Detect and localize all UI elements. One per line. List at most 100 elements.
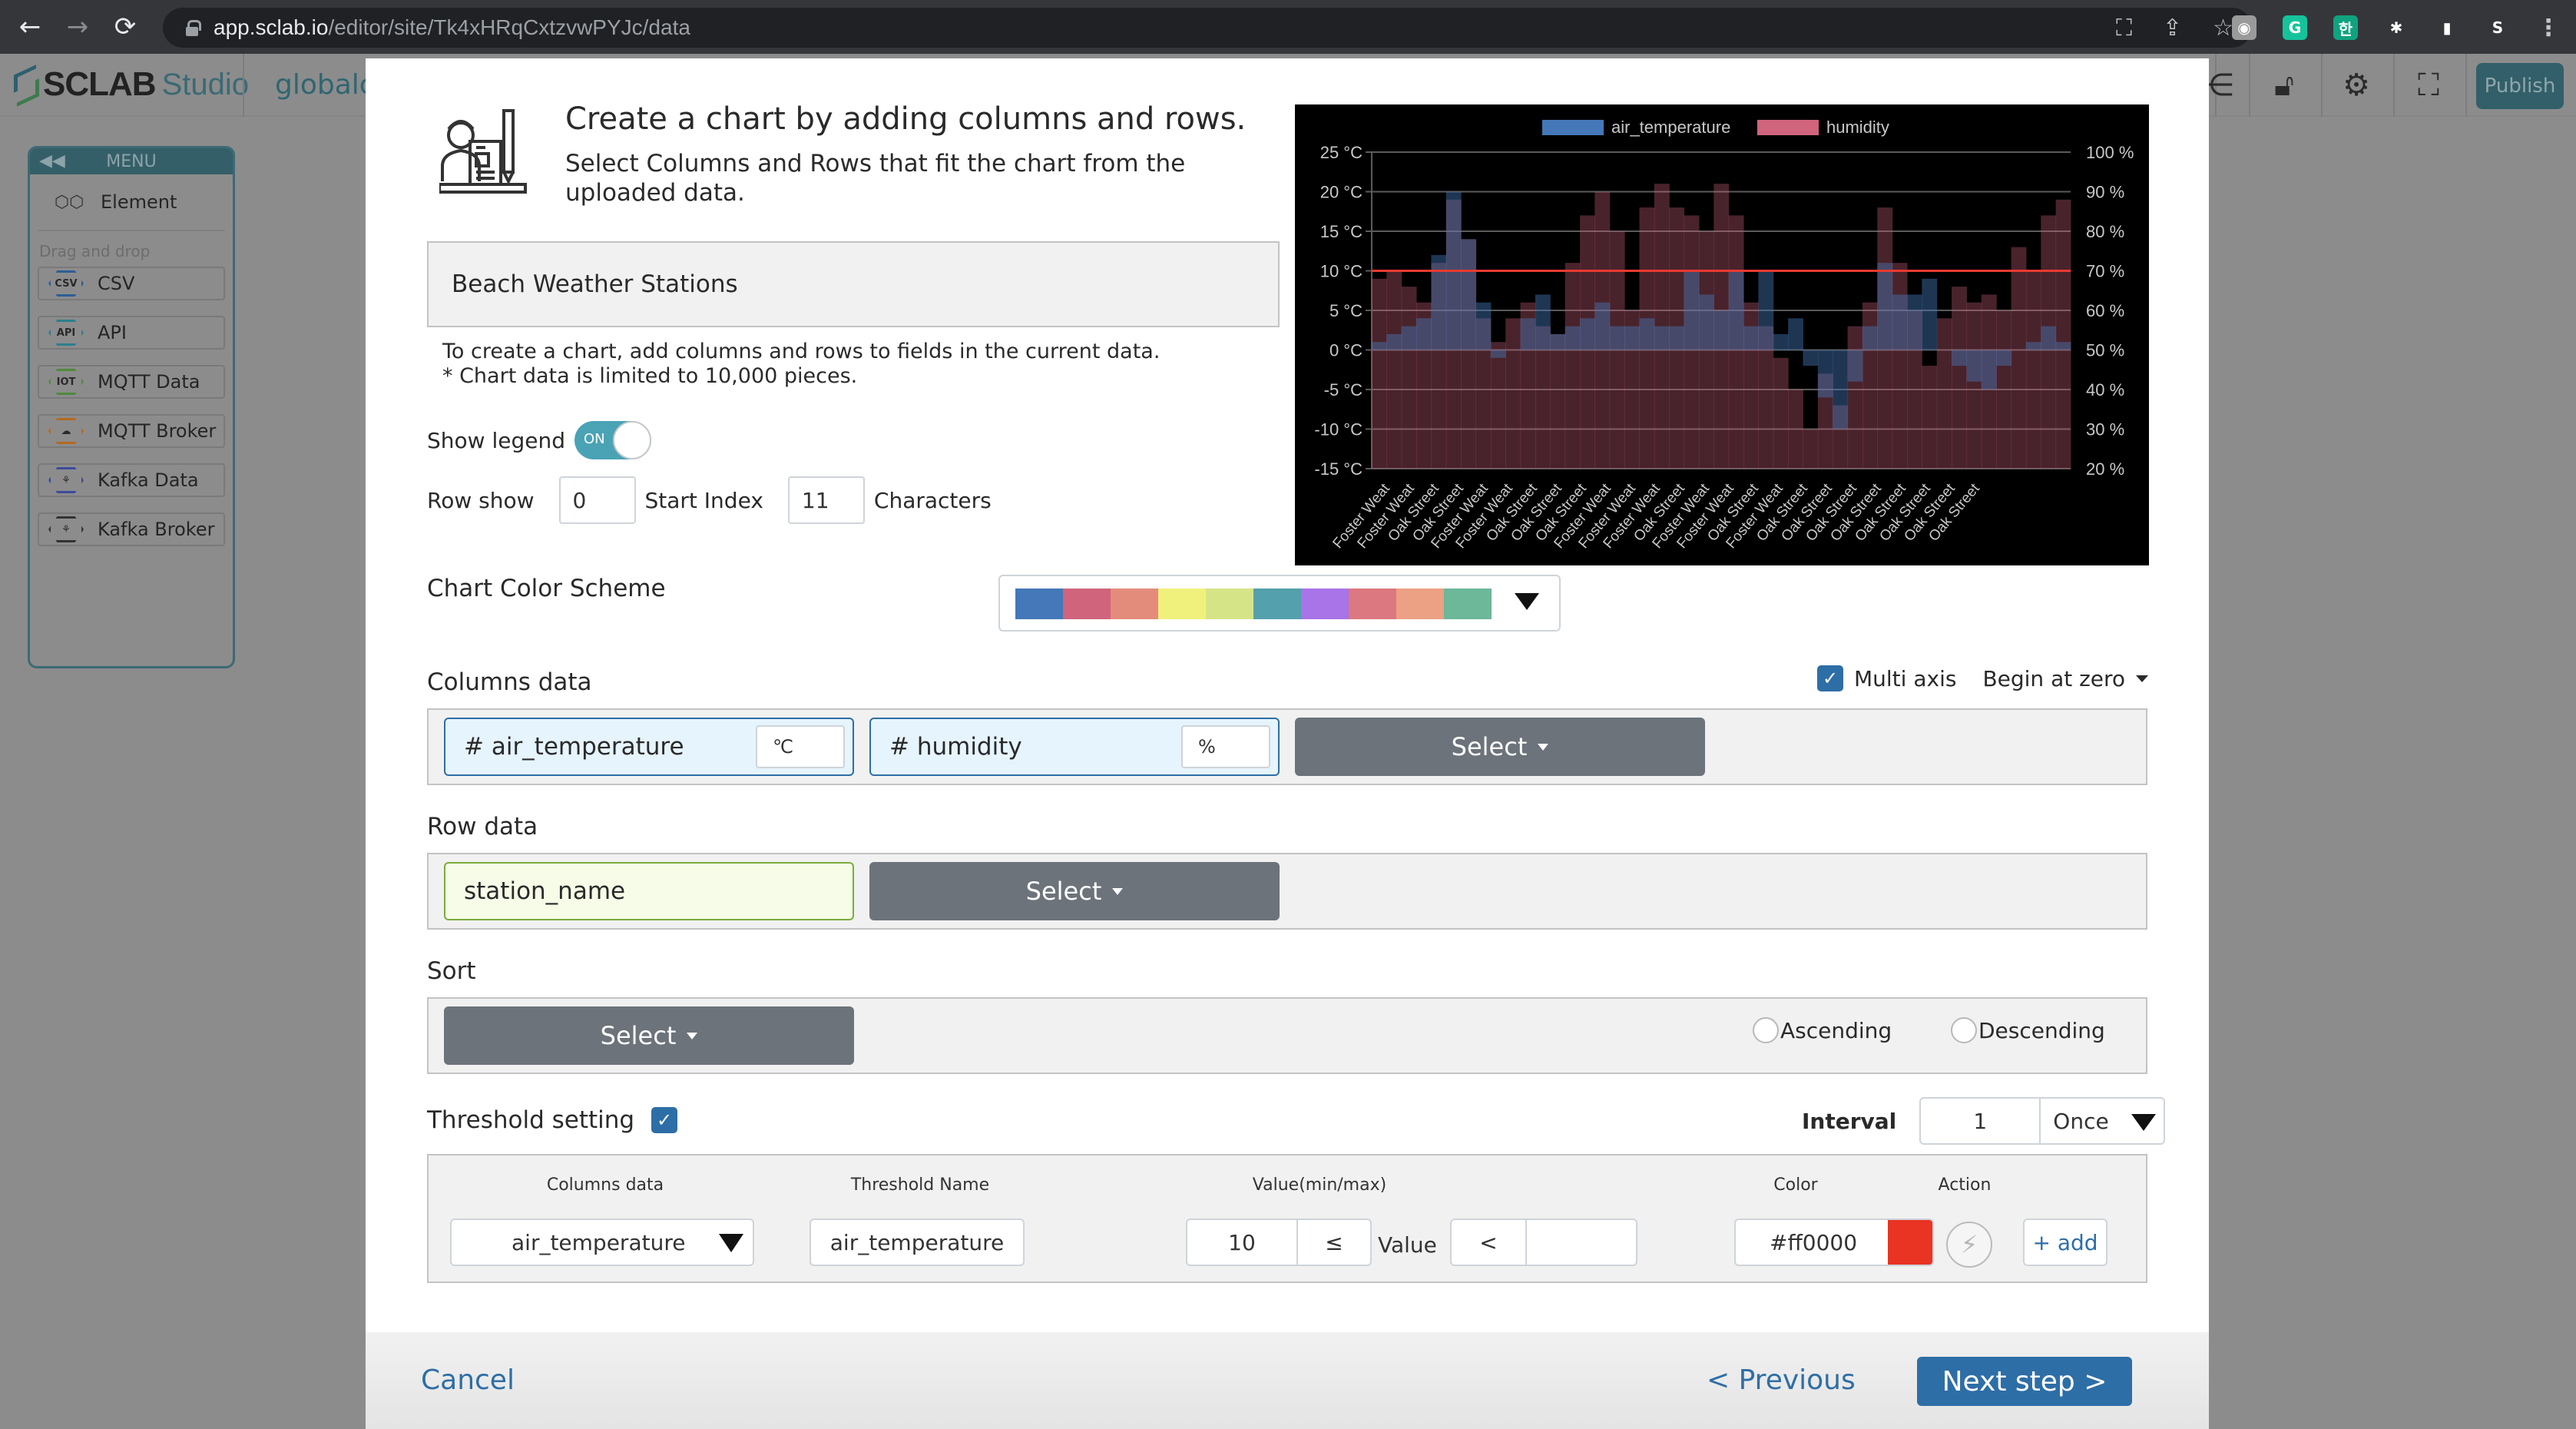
add-column-select[interactable]: Select — [1295, 718, 1705, 776]
unit-input[interactable]: % — [1181, 725, 1270, 768]
air-temperature-bar — [1564, 326, 1581, 350]
y-left-tick-label: 10 °C — [1320, 262, 1362, 281]
menu-item-kafka-data[interactable]: ⚘ Kafka Data — [38, 463, 225, 497]
threshold-min-input[interactable]: 10 — [1186, 1218, 1298, 1266]
csv-icon: CSV — [48, 270, 84, 297]
publish-button[interactable]: Publish — [2476, 63, 2564, 109]
sclab-logo[interactable]: SCLAB Studio — [11, 65, 249, 104]
sort-select[interactable]: Select — [444, 1006, 854, 1065]
air-temperature-bar — [1594, 302, 1611, 350]
menu-item-mqtt-data[interactable]: IOT MQTT Data — [38, 365, 225, 399]
threshold-max-input[interactable] — [1525, 1218, 1637, 1266]
multi-axis-checkbox[interactable]: ✓ — [1817, 665, 1843, 691]
color-scheme-select[interactable] — [998, 575, 1561, 632]
menu-item-label: API — [98, 322, 127, 343]
air-temperature-bar — [2041, 326, 2057, 350]
color-swatch — [1206, 589, 1253, 619]
characters-label: Characters — [873, 487, 992, 513]
menu-item-element[interactable]: ⬡⬡ Element — [38, 174, 225, 231]
threshold-column-select[interactable]: air_temperature — [450, 1218, 754, 1266]
air-temperature-bar — [1698, 294, 1714, 350]
color-swatch — [1444, 589, 1492, 619]
grammarly-extension-icon[interactable]: G — [2283, 15, 2307, 40]
th-header-color: Color — [1773, 1175, 1818, 1195]
humidity-bar — [1966, 302, 1982, 469]
interval-mode-select[interactable]: Once — [2041, 1097, 2166, 1145]
interval-input[interactable]: 1 — [1919, 1097, 2041, 1145]
characters-input[interactable]: 11 — [787, 476, 865, 524]
project-name[interactable]: globalc — [275, 69, 375, 101]
air-temperature-bar — [1535, 294, 1551, 350]
menu-item-csv[interactable]: CSV CSV — [38, 267, 225, 300]
next-step-button[interactable]: Next step > — [1917, 1357, 2132, 1406]
columns-panel: # air_temperature ℃ # humidity % Select — [427, 708, 2147, 785]
show-legend-toggle[interactable]: ON — [574, 421, 651, 459]
humidity-bar — [1803, 429, 1819, 469]
threshold-name-input[interactable]: air_temperature — [810, 1218, 1025, 1266]
menu-item-kafka-broker[interactable]: ⚘ Kafka Broker — [38, 512, 225, 546]
add-row-select[interactable]: Select — [869, 862, 1280, 920]
settings-icon[interactable]: ⚙ — [2321, 61, 2392, 109]
select-label: Select — [600, 1021, 677, 1050]
fullscreen-icon[interactable]: ⛶ — [2393, 61, 2464, 109]
add-threshold-button[interactable]: + add — [2023, 1218, 2107, 1266]
menu-item-mqtt-broker[interactable]: ☁ MQTT Broker — [38, 414, 225, 448]
color-scheme-row: Chart Color Scheme — [427, 575, 666, 602]
descending-radio[interactable] — [1951, 1017, 1977, 1043]
air-temperature-bar — [1758, 270, 1774, 350]
drag-and-drop-label: Drag and drop — [39, 242, 151, 260]
forward-button[interactable]: → — [60, 9, 95, 45]
chart-preview: air_temperature humidity 25 °C 100 % 20 °C 90… — [1295, 104, 2149, 565]
dropdown-caret-icon — [2131, 1114, 2157, 1131]
row-chip-station-name[interactable]: station_name — [444, 862, 854, 920]
chart-svg: air_temperature humidity 25 °C 100 % 20 °C 90… — [1314, 118, 2134, 552]
wizard-title: Create a chart by adding columns and row… — [565, 101, 1247, 137]
address-bar[interactable]: app.sclab.io/editor/site/Tk4xHRqCxtzvwPY… — [163, 8, 2252, 48]
column-chip-humidity[interactable]: # humidity % — [869, 718, 1280, 776]
star-icon[interactable]: ☆ — [2213, 15, 2233, 41]
menu-item-api[interactable]: API API — [38, 316, 225, 350]
puzzle-extensions-icon[interactable]: ✱ — [2384, 15, 2409, 40]
column-chip-air-temperature[interactable]: # air_temperature ℃ — [444, 718, 854, 776]
humidity-bar — [1922, 366, 1938, 469]
threshold-max-operator[interactable]: < — [1450, 1218, 1527, 1266]
air-temperature-bar — [1952, 350, 1967, 366]
extensions-area: ◉ G 한 ✱ ▮ S ⋮ — [2232, 8, 2561, 48]
sort-descending[interactable]: Descending — [1951, 1017, 2105, 1043]
reload-button[interactable]: ⟳ — [108, 9, 143, 45]
unit-input[interactable]: ℃ — [756, 725, 845, 768]
air-temperature-bar — [1372, 342, 1387, 350]
previous-button[interactable]: < Previous — [1707, 1364, 1856, 1396]
lightning-action-icon[interactable]: ⚡ — [1946, 1222, 1992, 1268]
sort-ascending[interactable]: Ascending — [1753, 1017, 1892, 1043]
camera-extension-icon[interactable]: ◉ — [2232, 15, 2256, 40]
color-swatch[interactable] — [1888, 1220, 1932, 1265]
back-button[interactable]: ← — [12, 9, 48, 45]
threshold-checkbox[interactable]: ✓ — [651, 1107, 678, 1133]
wizard-subtitle: Select Columns and Rows that fit the cha… — [565, 150, 1186, 207]
air-temperature-bar — [1713, 310, 1730, 350]
sclab-extension-icon[interactable]: S — [2485, 15, 2510, 40]
air-temperature-bar — [1475, 302, 1492, 350]
collapse-menu-icon[interactable]: ◀◀ — [39, 151, 65, 171]
start-index-input[interactable]: 0 — [558, 476, 636, 524]
translate-ko-extension-icon[interactable]: 한 — [2333, 15, 2358, 40]
mqtt-data-icon: IOT — [48, 369, 84, 395]
y-right-tick-label: 50 % — [2086, 341, 2124, 360]
color-swatch — [1301, 589, 1349, 619]
sidepanel-icon[interactable]: ▮ — [2435, 15, 2459, 40]
begin-at-zero-dropdown[interactable]: Begin at zero — [1982, 666, 2149, 691]
air-temperature-bar — [1654, 326, 1670, 350]
browser-menu-icon[interactable]: ⋮ — [2536, 15, 2561, 41]
threshold-min-operator[interactable]: ≤ — [1296, 1218, 1372, 1266]
y-left-tick-label: 15 °C — [1320, 222, 1362, 241]
translate-icon[interactable]: ⛶ — [2116, 15, 2132, 41]
ascending-radio[interactable] — [1753, 1017, 1779, 1043]
air-temperature-bar — [1639, 318, 1655, 350]
cancel-button[interactable]: Cancel — [421, 1364, 515, 1396]
color-swatch — [1063, 589, 1111, 619]
unlock-icon[interactable]: 🔓︎ — [2249, 61, 2319, 109]
share-icon[interactable]: ⇪ — [2163, 15, 2182, 41]
lock-icon — [186, 20, 201, 36]
threshold-color-input[interactable]: #ff0000 — [1734, 1218, 1934, 1266]
